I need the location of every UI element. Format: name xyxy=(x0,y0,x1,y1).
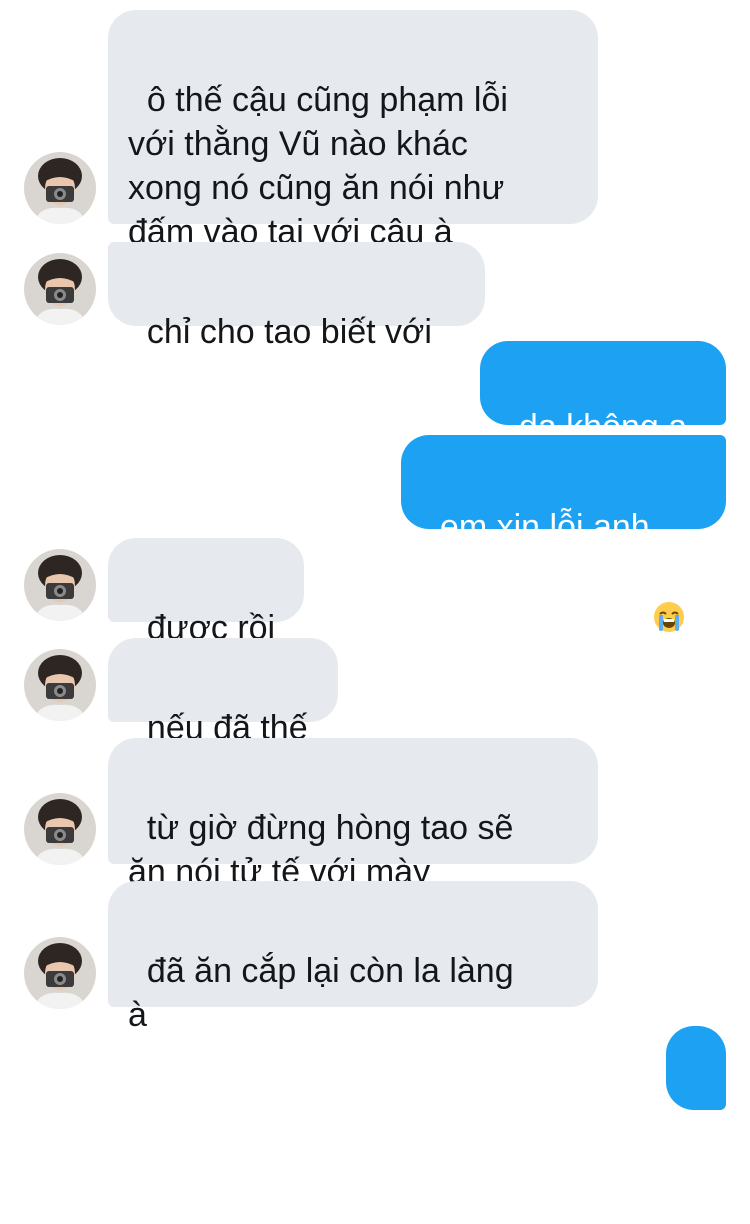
incoming-message-bubble[interactable]: chỉ cho tao biết với xyxy=(108,242,485,351)
avatar-photo-icon xyxy=(24,253,96,325)
outgoing-message-bubble[interactable]: em xin lỗi anh xyxy=(401,435,726,633)
avatar-photo-icon xyxy=(24,649,96,721)
outgoing-message-bubble[interactable]: dạ không ạ xyxy=(480,341,726,446)
message-text: ? xyxy=(685,1139,707,1177)
avatar-photo-icon xyxy=(24,549,96,621)
message-text: đã ăn cắp lại còn la làng à xyxy=(128,952,514,1034)
incoming-message-bubble[interactable]: từ giờ đừng hòng tao sẽ ăn nói tử tế với… xyxy=(108,738,598,891)
avatar-photo-icon xyxy=(24,793,96,865)
avatar-photo-icon xyxy=(24,937,96,1009)
incoming-message-bubble[interactable]: đã ăn cắp lại còn la làng à xyxy=(108,881,598,1034)
message-text: chỉ cho tao biết với xyxy=(146,313,432,351)
message-text: em xin lỗi anh xyxy=(439,508,650,546)
incoming-message-bubble[interactable]: được rồi xyxy=(108,538,304,647)
message-text: ô thế cậu cũng phạm lỗi với thằng Vũ nào… xyxy=(128,81,508,251)
incoming-message-bubble[interactable]: nếu đã thế xyxy=(108,638,338,747)
sender-avatar[interactable] xyxy=(24,649,96,721)
sender-avatar[interactable] xyxy=(24,549,96,621)
incoming-message-bubble[interactable]: ô thế cậu cũng phạm lỗi với thằng Vũ nào… xyxy=(108,10,598,251)
sender-avatar[interactable] xyxy=(24,793,96,865)
message-text: từ giờ đừng hòng tao sẽ ăn nói tử tế với… xyxy=(128,809,514,891)
sender-avatar[interactable] xyxy=(24,253,96,325)
outgoing-message-bubble[interactable]: ? xyxy=(666,1026,726,1177)
sender-avatar[interactable] xyxy=(24,937,96,1009)
loudly-crying-face-emoji-icon xyxy=(652,512,686,633)
avatar-photo-icon xyxy=(24,152,96,224)
sender-avatar[interactable] xyxy=(24,152,96,224)
